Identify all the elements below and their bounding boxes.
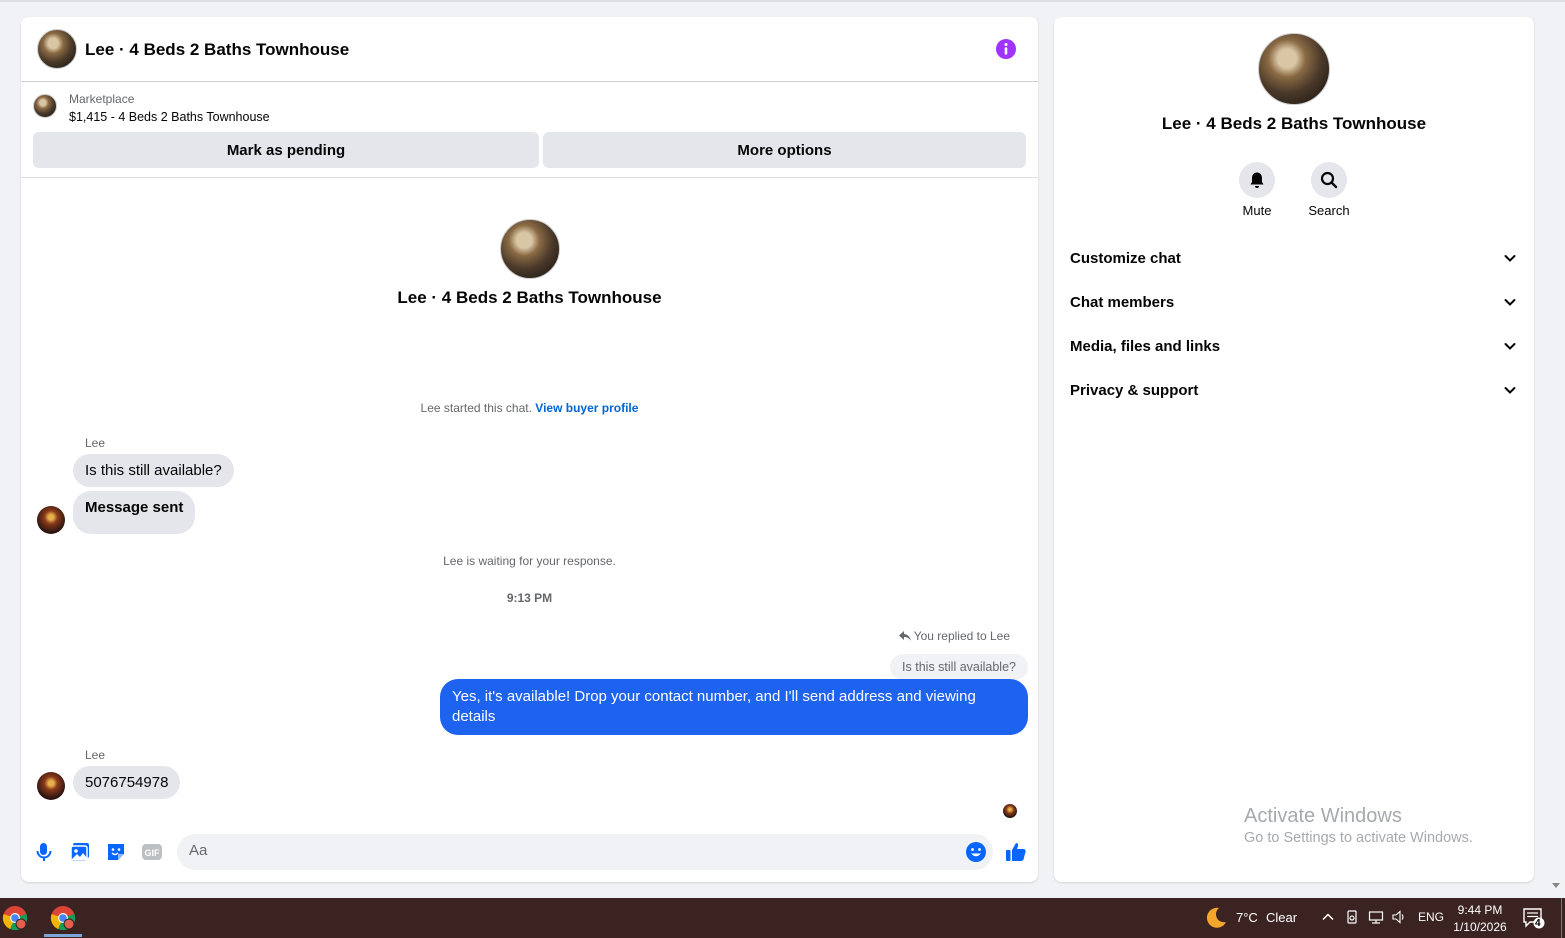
section-label: Media, files and links [1070,337,1221,355]
microphone-icon[interactable] [33,841,55,863]
moon-icon[interactable] [1204,906,1228,930]
sticker-icon[interactable] [105,841,127,863]
waiting-note: Lee is waiting for your response. [443,554,616,568]
clock[interactable]: 9:44 PM 1/10/2026 [1446,902,1514,936]
volume-icon[interactable] [1391,909,1407,925]
conversation-avatar[interactable] [37,29,77,69]
chat-started-note: Lee started this chat. View buyer profil… [21,401,1038,415]
bell-icon [1250,172,1264,188]
chat-panel: Lee · 4 Beds 2 Baths Townhouse Marketpla… [21,17,1038,882]
section-label: Customize chat [1070,249,1181,267]
gif-icon[interactable]: GIF [141,841,163,863]
chevron-down-icon [1504,299,1516,306]
clock-date: 1/10/2026 [1453,920,1507,934]
search-icon [1320,171,1338,189]
listing-thumbnail[interactable] [33,94,57,118]
chevron-up-icon[interactable] [1320,909,1336,925]
weather-condition[interactable]: Clear [1266,910,1297,925]
watermark-title: Activate Windows [1244,805,1402,827]
more-options-button[interactable]: More options [543,132,1026,168]
clock-time: 9:44 PM [1457,903,1503,917]
mute-label[interactable]: Mute [1217,203,1297,218]
details-title: Lee · 4 Beds 2 Baths Townhouse [1161,114,1427,133]
conversation-details-panel: Lee · 4 Beds 2 Baths Townhouse Mute Sear… [1054,17,1534,882]
sender-name: Lee [85,436,106,450]
section-label: Privacy & support [1070,381,1199,399]
mute-button[interactable] [1239,162,1275,198]
device-icon[interactable] [1344,909,1360,925]
media-files-links-section[interactable]: Media, files and links [1070,332,1518,360]
reply-note: You replied to Lee [898,629,1010,643]
message-input-box[interactable] [177,834,993,870]
privacy-support-section[interactable]: Privacy & support [1070,376,1518,404]
notifications-icon[interactable] [1522,907,1546,929]
svg-text:GIF: GIF [145,848,161,858]
chevron-down-icon [1504,387,1516,394]
seen-indicator-avatar [1003,804,1017,818]
thumbs-up-icon[interactable] [1004,840,1028,864]
customize-chat-section[interactable]: Customize chat [1070,244,1518,272]
chat-members-section[interactable]: Chat members [1070,288,1518,316]
info-icon[interactable] [996,39,1016,59]
search-label[interactable]: Search [1289,203,1369,218]
mark-as-pending-button[interactable]: Mark as pending [33,132,539,168]
view-buyer-profile-link[interactable]: View buyer profile [535,401,638,415]
details-avatar[interactable] [1258,33,1330,105]
chrome-profile-icon[interactable] [50,905,76,931]
scroll-down-arrow-icon[interactable] [1551,882,1561,890]
incoming-message[interactable]: Is this still available? [73,454,234,487]
conversation-title[interactable]: Lee · 4 Beds 2 Baths Townhouse [85,40,349,60]
timestamp: 9:13 PM [506,591,553,605]
marketplace-label: Marketplace [69,92,135,106]
temperature[interactable]: 7°C [1236,910,1258,925]
activate-windows-watermark: Activate Windows Go to Settings to activ… [1244,805,1473,846]
center-avatar [500,219,560,279]
taskbar: 7°C Clear ENG 9:44 PM 1/10/2026 4 [0,898,1565,938]
active-app-indicator [44,934,82,937]
chevron-down-icon [1504,343,1516,350]
chat-header: Lee · 4 Beds 2 Baths Townhouse [21,17,1038,82]
watermark-subtitle: Go to Settings to activate Windows. [1244,830,1473,846]
top-edge [0,0,1565,2]
listing-price-title[interactable]: $1,415 - 4 Beds 2 Baths Townhouse [69,110,270,124]
photo-icon[interactable] [69,841,91,863]
incoming-message[interactable]: Message sent [73,491,196,534]
sender-avatar[interactable] [37,772,65,800]
outgoing-message[interactable]: Yes, it's available! Drop your contact n… [440,679,1028,735]
chrome-icon[interactable] [2,905,28,931]
language-indicator[interactable]: ENG [1418,910,1444,924]
chevron-down-icon [1504,255,1516,262]
divider [21,177,1038,178]
network-icon[interactable] [1368,909,1384,925]
search-button[interactable] [1311,162,1347,198]
reply-note-text: You replied to Lee [913,629,1010,643]
show-desktop[interactable] [1561,898,1562,938]
section-label: Chat members [1070,293,1175,311]
message-input[interactable] [189,842,949,859]
sender-avatar[interactable] [37,506,65,534]
notification-count: 4 [1535,918,1541,929]
emoji-icon[interactable] [965,841,987,863]
reply-quote[interactable]: Is this still available? [890,654,1028,680]
chat-started-text: Lee started this chat. [420,401,532,415]
reply-icon [898,631,911,641]
center-title: Lee · 4 Beds 2 Baths Townhouse [397,288,662,307]
sender-name: Lee [85,748,106,762]
incoming-message[interactable]: 5076754978 [73,766,181,799]
